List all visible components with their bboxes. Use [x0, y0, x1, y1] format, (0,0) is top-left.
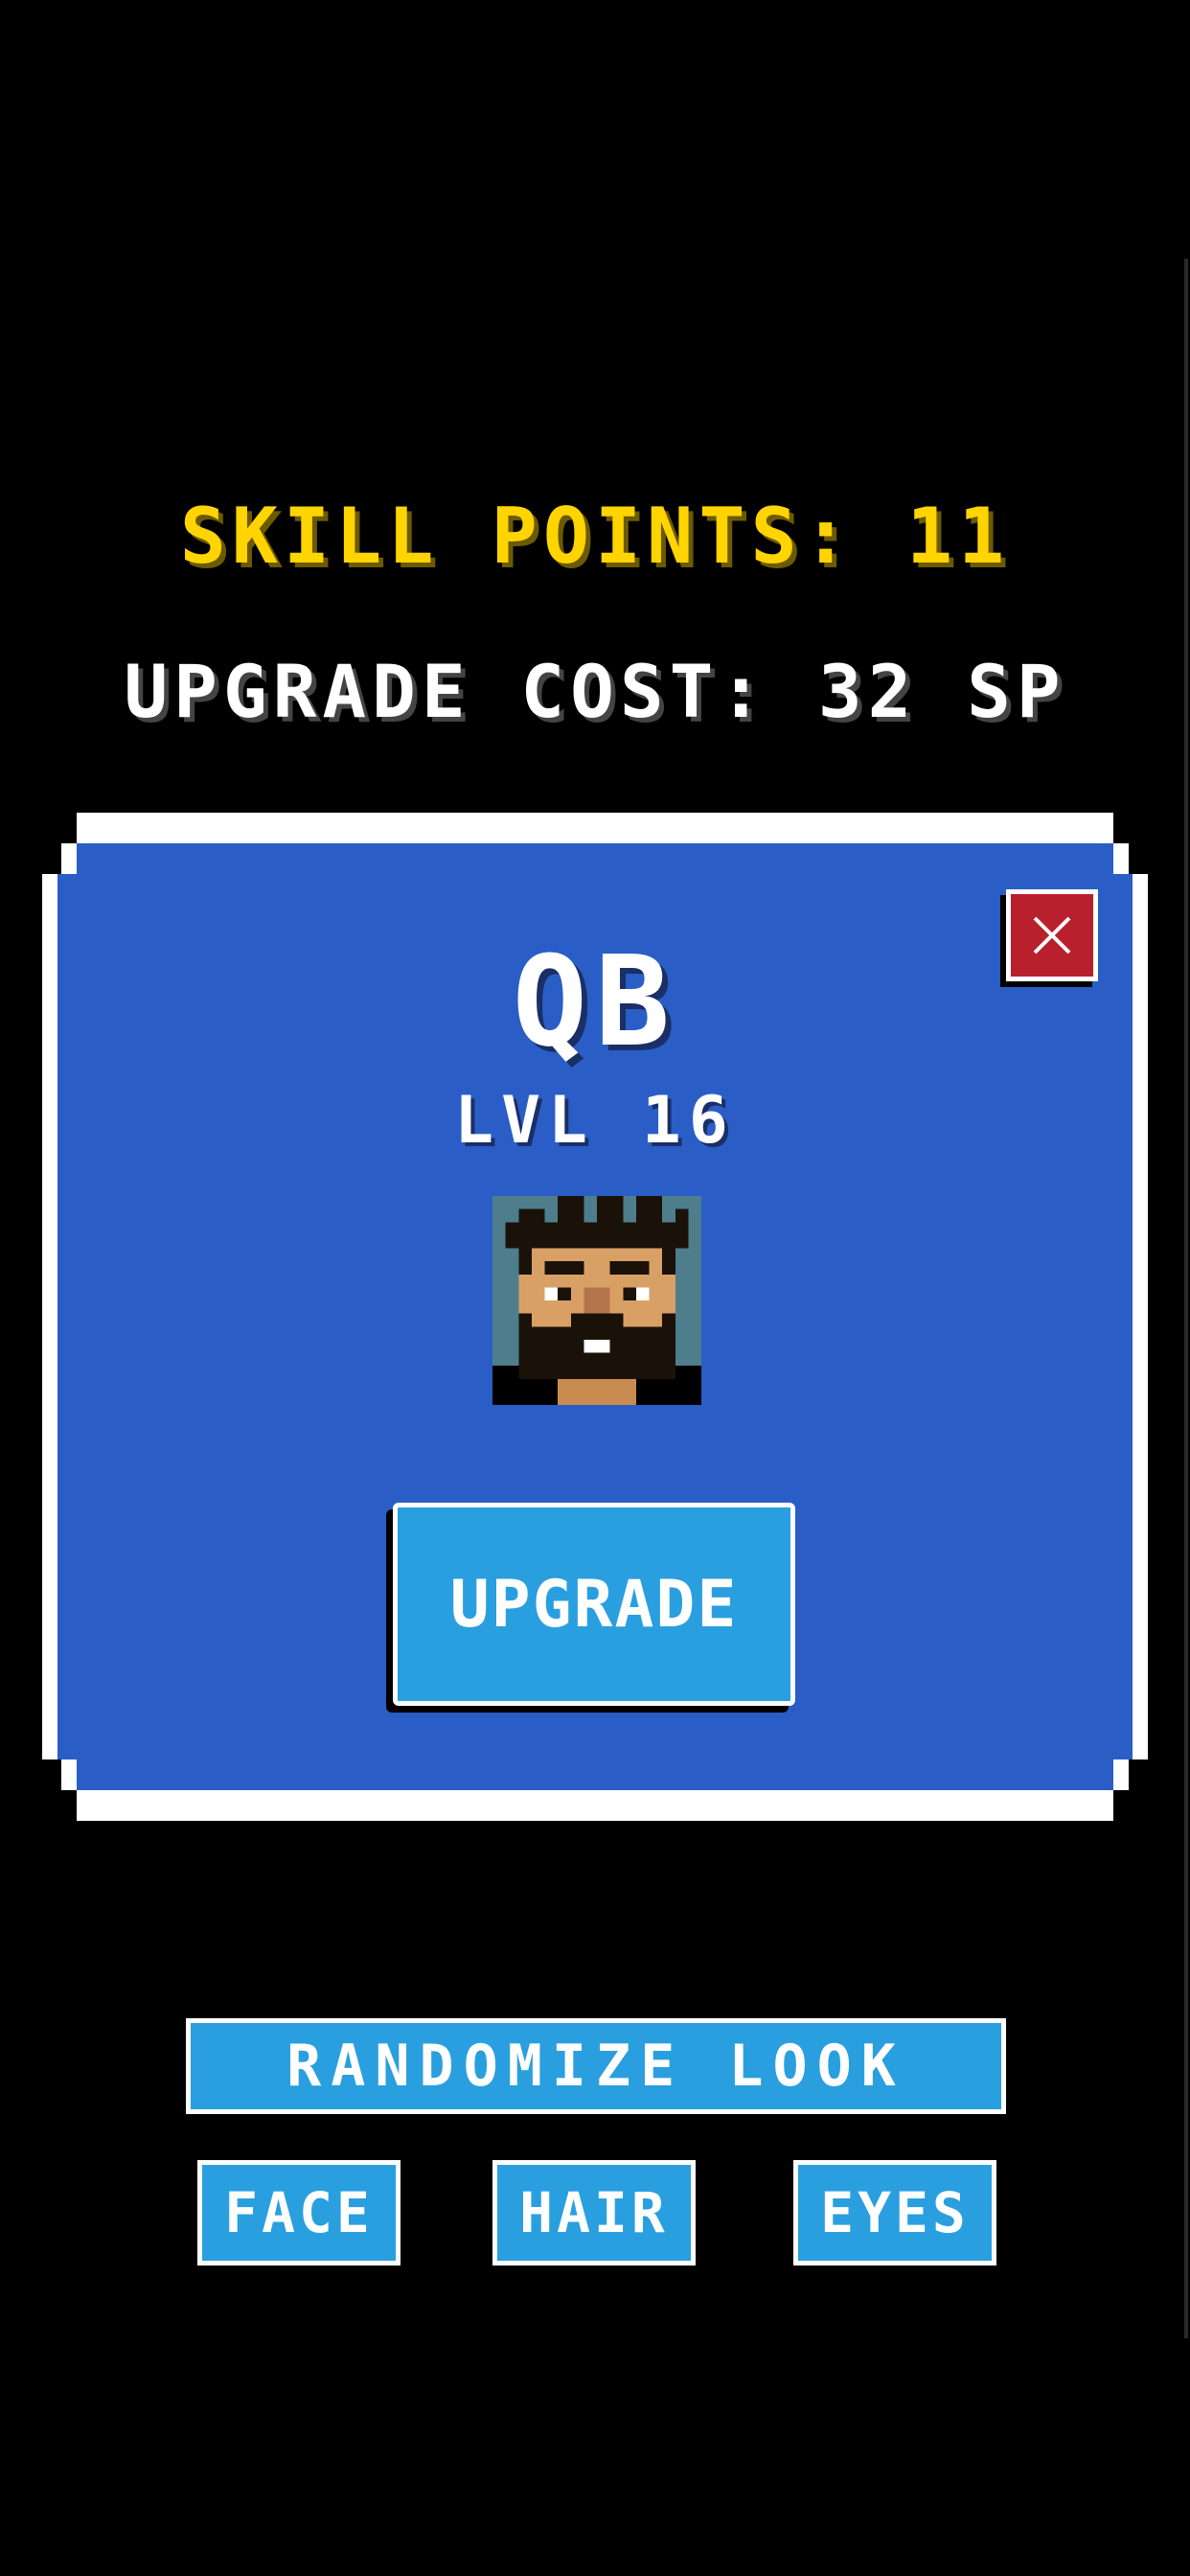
- player-position: QB: [512, 929, 678, 1074]
- face-button[interactable]: FACE: [197, 2160, 400, 2266]
- player-level: LVL 16: [454, 1083, 736, 1159]
- eyes-button[interactable]: EYES: [793, 2160, 996, 2266]
- hair-button[interactable]: HAIR: [492, 2160, 696, 2266]
- player-avatar: [492, 1196, 701, 1405]
- randomize-look-button[interactable]: RANDOMIZE LOOK: [186, 2018, 1006, 2114]
- upgrade-cost-label: UPGRADE COST: 32 SP: [124, 649, 1066, 734]
- upgrade-button[interactable]: UPGRADE: [393, 1503, 795, 1706]
- skill-points-label: SKILL POINTS: 11: [179, 492, 1011, 581]
